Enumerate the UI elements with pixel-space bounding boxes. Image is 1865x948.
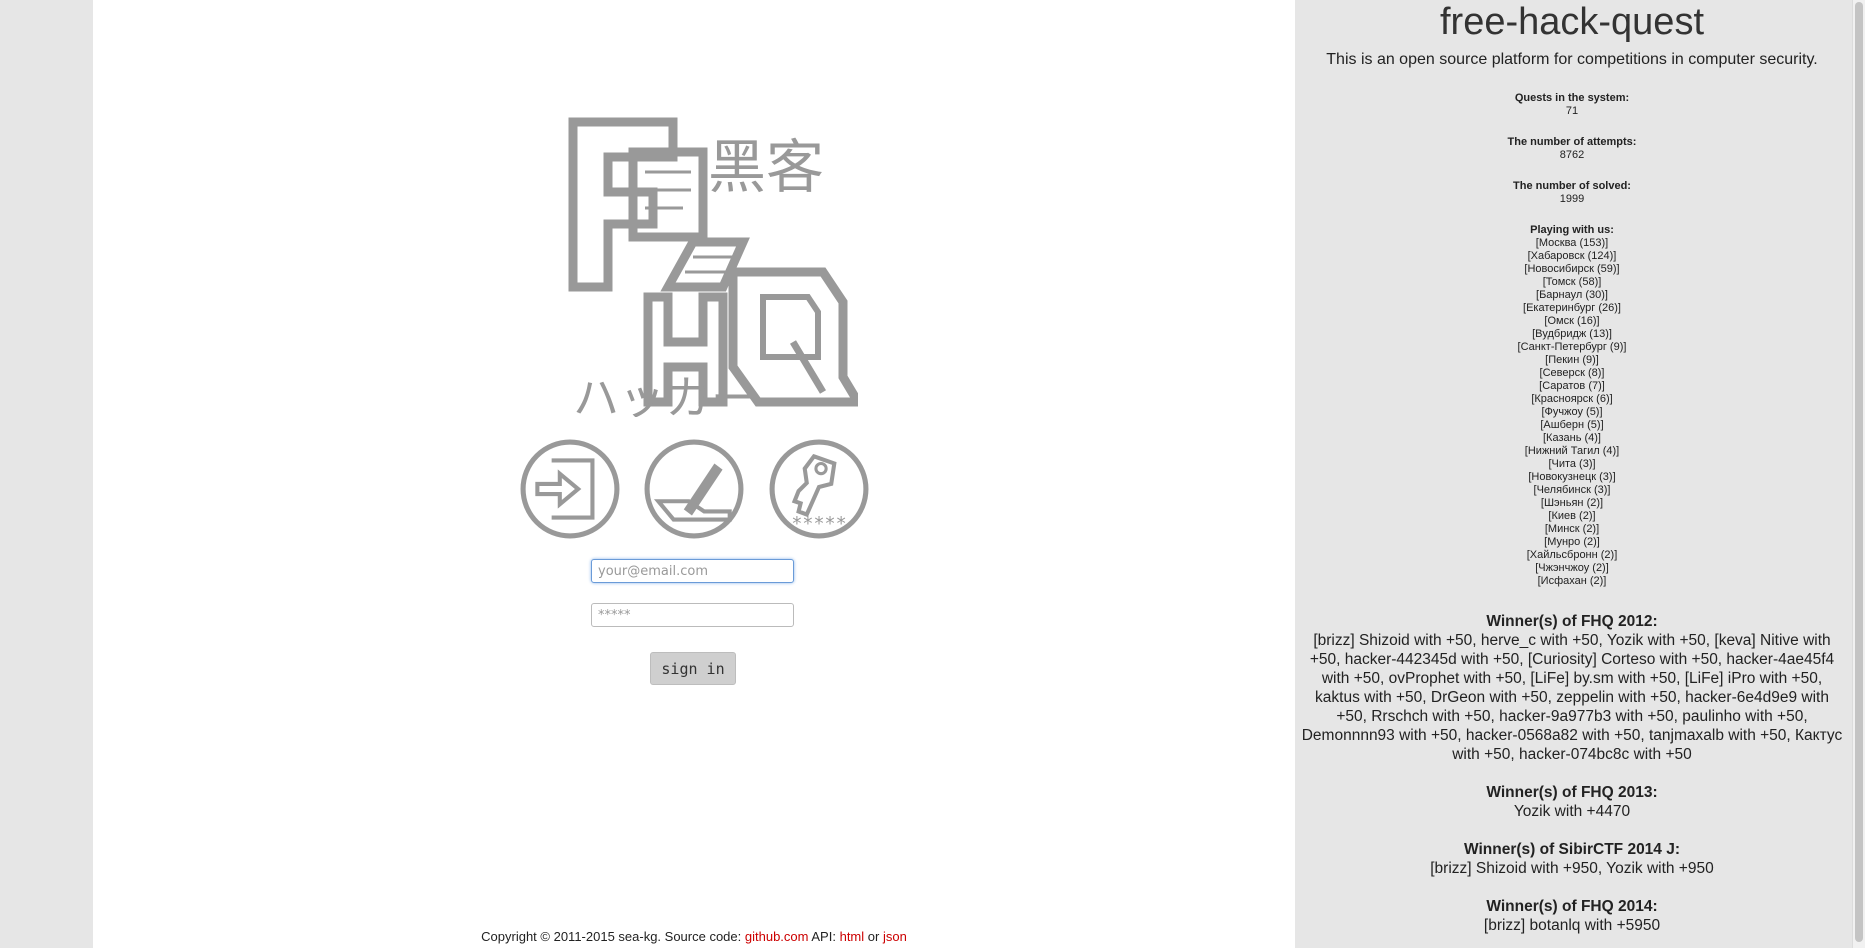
- fhq-logo: 黑客 ハッカー: [568, 117, 858, 417]
- city-item: [Хайльсбронн (2)]: [1526, 549, 1618, 561]
- key-icon[interactable]: *****: [768, 438, 870, 540]
- city-item: [Ашберн (5)]: [1540, 419, 1604, 431]
- city-item: [Саратов (7)]: [1539, 380, 1605, 392]
- city-item: [Хабаровск (124)]: [1527, 250, 1617, 262]
- city-item: [Екатеринбург (26)]: [1523, 302, 1621, 314]
- or-text: or: [867, 929, 880, 944]
- register-pen-icon[interactable]: [643, 438, 745, 540]
- city-item: [Минск (2)]: [1544, 523, 1600, 535]
- stat-quests: Quests in the system: 71: [1295, 92, 1849, 118]
- stat-attempts-label: The number of attempts:: [1507, 136, 1637, 148]
- winners-title: Winner(s) of FHQ 2013:: [1486, 784, 1658, 801]
- city-item: [Нижний Тагил (4)]: [1524, 445, 1620, 457]
- city-item: [Казань (4)]: [1543, 432, 1601, 444]
- winners-list: Yozik with +4470: [1513, 803, 1631, 820]
- winners-fhq-2012: Winner(s) of FHQ 2012: [brizz] Shizoid w…: [1295, 612, 1849, 764]
- stat-playing: Playing with us: [Москва (153)] [Хабаров…: [1295, 224, 1849, 588]
- stat-solved: The number of solved: 1999: [1295, 180, 1849, 206]
- city-item: [Шэньян (2)]: [1540, 497, 1604, 509]
- page-scrollbar[interactable]: [1852, 0, 1865, 948]
- site-description: This is an open source platform for comp…: [1326, 51, 1818, 68]
- key-asterisks: *****: [791, 514, 846, 535]
- city-item: [Пекин (9)]: [1545, 354, 1599, 366]
- winners-list: [brizz] Shizoid with +950, Yozik with +9…: [1430, 860, 1714, 877]
- winners-list: [brizz] Shizoid with +50, herve_c with +…: [1301, 632, 1843, 763]
- city-item: [Красноярск (6)]: [1531, 393, 1613, 405]
- stat-solved-value: 1999: [1559, 193, 1585, 205]
- password-field[interactable]: [591, 603, 794, 627]
- api-html-link[interactable]: html: [840, 929, 865, 944]
- logo-kanji: 黑客: [708, 133, 824, 201]
- city-item: [Мунро (2)]: [1544, 536, 1600, 548]
- logo-katakana: ハッカー: [573, 371, 757, 417]
- site-title: free-hack-quest: [1439, 1, 1704, 43]
- city-list: [Москва (153)] [Хабаровск (124)] [Новоси…: [1295, 237, 1849, 588]
- city-item: [Фучжоу (5)]: [1541, 406, 1603, 418]
- winners-list: [brizz] botanlq with +5950: [1483, 917, 1661, 934]
- winners-title: Winner(s) of FHQ 2014:: [1486, 898, 1658, 915]
- city-item: [Москва (153)]: [1535, 237, 1609, 249]
- winners-fhq-2013: Winner(s) of FHQ 2013: Yozik with +4470: [1295, 783, 1849, 821]
- city-item: [Новокузнецк (3)]: [1528, 471, 1616, 483]
- sign-in-button[interactable]: sign in: [650, 652, 736, 685]
- city-item: [Северск (8)]: [1539, 367, 1605, 379]
- footer: Copyright © 2011-2015 sea-kg. Source cod…: [93, 929, 1295, 944]
- city-item: [Новосибирск (59)]: [1524, 263, 1620, 275]
- city-item: [Чита (3)]: [1548, 458, 1596, 470]
- city-item: [Чжэнчжоу (2)]: [1535, 562, 1609, 574]
- info-sidebar: free-hack-quest This is an open source p…: [1295, 0, 1849, 948]
- api-label: API:: [811, 929, 836, 944]
- winners-sibirctf-2014: Winner(s) of SibirCTF 2014 J: [brizz] Sh…: [1295, 840, 1849, 878]
- main-panel: 黑客 ハッカー ***** sign in Copyright © 2011-2…: [93, 0, 1295, 948]
- playing-label: Playing with us:: [1530, 224, 1614, 236]
- stat-solved-label: The number of solved:: [1513, 180, 1631, 192]
- city-item: [Барнаул (30)]: [1536, 289, 1608, 301]
- city-item: [Челябинск (3)]: [1533, 484, 1611, 496]
- winners-title: Winner(s) of FHQ 2012:: [1486, 613, 1658, 630]
- city-item: [Вудбридж (13)]: [1532, 328, 1612, 340]
- city-item: [Санкт-Петербург (9)]: [1517, 341, 1627, 353]
- stat-attempts: The number of attempts: 8762: [1295, 136, 1849, 162]
- city-item: [Киев (2)]: [1548, 510, 1596, 522]
- city-item: [Омск (16)]: [1544, 315, 1600, 327]
- stat-quests-label: Quests in the system:: [1514, 92, 1630, 104]
- scrollbar-thumb[interactable]: [1855, 2, 1863, 942]
- github-link[interactable]: github.com: [745, 929, 809, 944]
- city-item: [Исфахан (2)]: [1537, 575, 1607, 587]
- stat-attempts-value: 8762: [1559, 149, 1585, 161]
- winners-title: Winner(s) of SibirCTF 2014 J:: [1463, 841, 1681, 858]
- winners-fhq-2014: Winner(s) of FHQ 2014: [brizz] botanlq w…: [1295, 897, 1849, 935]
- copyright-text: Copyright © 2011-2015 sea-kg. Source cod…: [481, 929, 742, 944]
- api-json-link[interactable]: json: [883, 929, 907, 944]
- email-field[interactable]: [591, 559, 794, 583]
- stat-quests-value: 71: [1565, 105, 1579, 117]
- login-icon[interactable]: [519, 438, 621, 540]
- city-item: [Томск (58)]: [1542, 276, 1602, 288]
